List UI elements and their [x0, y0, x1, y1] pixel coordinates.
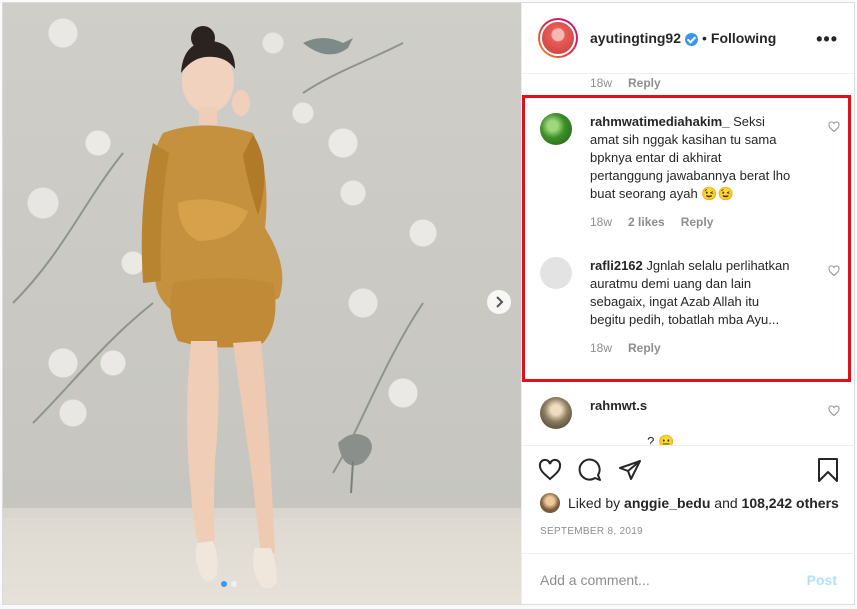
liked-by-user[interactable]: anggie_bedu	[624, 495, 710, 511]
heart-icon[interactable]	[828, 405, 840, 417]
carousel-dot-active	[221, 581, 227, 587]
heart-icon[interactable]	[828, 121, 840, 133]
verified-icon	[685, 32, 699, 46]
share-icon[interactable]	[618, 458, 642, 482]
post-header: ayutingting92 • Following •••	[522, 3, 854, 74]
following-button[interactable]: Following	[711, 30, 776, 46]
commenter-avatar[interactable]	[540, 397, 572, 429]
post-comment-button[interactable]: Post	[807, 572, 837, 588]
reply-link[interactable]: Reply	[628, 339, 661, 357]
save-button[interactable]	[817, 458, 839, 482]
post-sidebar: ayutingting92 • Following ••• 18w Reply …	[521, 3, 855, 605]
bookmark-icon[interactable]	[817, 458, 839, 482]
separator-bullet: •	[702, 30, 707, 46]
comment-meta: 18w Reply	[590, 339, 796, 357]
comment-text: rahmwatimediahakim_ Seksi amat sih nggak…	[590, 113, 796, 231]
post-date[interactable]: SEPTEMBER 8, 2019	[540, 526, 643, 537]
post-photo[interactable]	[3, 3, 521, 604]
chevron-right-icon	[496, 296, 504, 308]
reply-link[interactable]: Reply	[681, 213, 714, 231]
carousel-dot	[231, 581, 237, 587]
comment-text: rafli2162 Jgnlah selalu perlihatkan aura…	[590, 257, 796, 357]
instagram-post: ayutingting92 • Following ••• 18w Reply …	[2, 2, 855, 605]
post-actions: Liked by anggie_bedu and 108,242 others …	[522, 445, 855, 605]
liker-avatar[interactable]	[540, 493, 560, 513]
commenter-username[interactable]: rafli2162	[590, 258, 643, 273]
commenter-avatar[interactable]	[540, 113, 572, 145]
comment-meta: 18w 2 likes Reply	[590, 213, 796, 231]
comment-time: 18w	[590, 341, 613, 355]
comment-icon[interactable]	[578, 458, 602, 482]
comment-time: 18w	[590, 76, 613, 90]
carousel-indicator	[221, 581, 237, 587]
liked-by-prefix: Liked by	[568, 495, 621, 511]
woman-figure	[12, 26, 424, 589]
liked-by: Liked by anggie_bedu and 108,242 others	[540, 493, 839, 513]
avatar[interactable]	[538, 18, 578, 58]
action-icons	[538, 458, 642, 482]
comment-likes[interactable]: 2 likes	[628, 213, 665, 231]
commenter-avatar[interactable]	[540, 257, 572, 289]
add-comment-bar: Post	[522, 553, 855, 606]
liked-by-others[interactable]: 108,242 others	[742, 495, 839, 511]
more-options-icon[interactable]: •••	[816, 29, 838, 50]
heart-icon[interactable]	[828, 265, 840, 277]
commenter-username[interactable]: rahmwt.s	[590, 398, 647, 413]
comment-time: 18w	[590, 215, 613, 229]
next-image-button[interactable]	[487, 290, 511, 314]
liked-by-and: and	[714, 495, 738, 511]
comments-list[interactable]: 18w Reply rahmwatimediahakim_ Seksi amat…	[522, 75, 855, 445]
commenter-username[interactable]: rahmwatimediahakim_	[590, 114, 729, 129]
comment-input[interactable]	[540, 572, 807, 588]
heart-icon[interactable]	[538, 458, 562, 482]
comment-text: rahmwt.s ⠀⠀⠀⠀⠀ ⠀⠀⠀⠀⠀⠀ ⠀⠀⠀⠀⠀⠀⠀ ⠀⠀⠀⠀ ⠀⠀ ⠀⠀…	[590, 397, 796, 445]
author-username[interactable]: ayutingting92	[590, 30, 681, 46]
reply-link[interactable]: Reply	[628, 76, 661, 90]
comment-meta: 18w Reply	[590, 76, 661, 90]
